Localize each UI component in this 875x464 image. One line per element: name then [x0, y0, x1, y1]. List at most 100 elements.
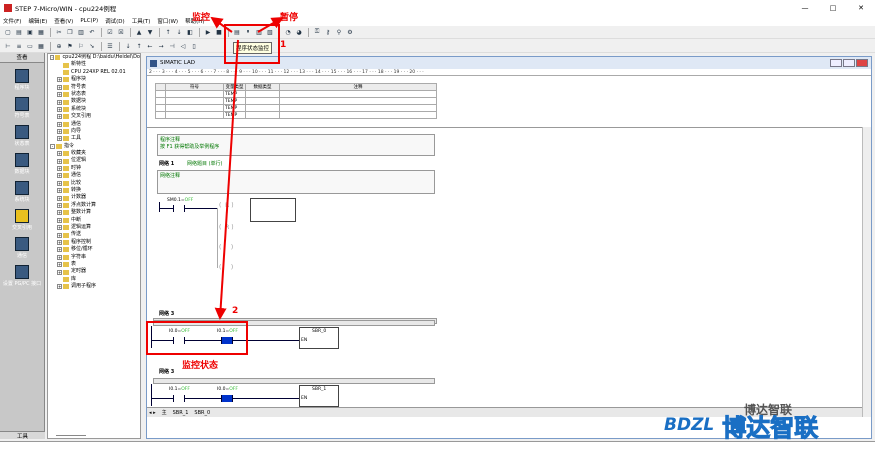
tree-item[interactable]: 新特性	[48, 61, 140, 68]
tree-item[interactable]: + 程序块	[48, 76, 140, 83]
expand-icon[interactable]: +	[57, 121, 62, 127]
run-icon[interactable]: ▶	[203, 27, 213, 37]
upload-icon[interactable]: ▲	[134, 27, 144, 37]
compile-icon[interactable]: ☑	[105, 27, 115, 37]
tree-item[interactable]: + 整数计算	[48, 209, 140, 216]
force-icon[interactable]: ⚿	[312, 27, 322, 37]
expand-icon[interactable]: +	[57, 254, 62, 260]
menu-debug[interactable]: 调试(D)	[105, 17, 125, 25]
nav-footer-tools[interactable]: 工具	[0, 431, 45, 440]
expand-icon[interactable]: +	[57, 77, 62, 83]
tree-item[interactable]: - 指令	[48, 143, 140, 150]
table-row[interactable]: TEMP	[155, 97, 437, 105]
tree-item[interactable]: + 逻辑运算	[48, 224, 140, 231]
tree-item[interactable]: + 系统块	[48, 106, 140, 113]
cut-icon[interactable]: ✂	[54, 27, 64, 37]
network-1-comment[interactable]: 网络注释	[157, 170, 435, 194]
save-icon[interactable]: ▣	[25, 27, 35, 37]
tree-item[interactable]: CPU 224XP REL 02.01	[48, 69, 140, 76]
nav-item-data-block[interactable]: 数据块	[0, 153, 44, 175]
expand-icon[interactable]: -	[50, 55, 55, 61]
tree-item[interactable]: + 时钟	[48, 165, 140, 172]
stop-icon[interactable]: ■	[214, 27, 224, 37]
expand-icon[interactable]: +	[57, 84, 62, 90]
tree-item[interactable]: + 计数器	[48, 194, 140, 201]
tab-scroll[interactable]: ◂ ▸	[149, 410, 156, 416]
menu-window[interactable]: 窗口(W)	[157, 17, 178, 25]
sort-asc-icon[interactable]: ↑	[163, 27, 173, 37]
tree-item[interactable]: + 位逻辑	[48, 157, 140, 164]
tree-item[interactable]: + 比较	[48, 180, 140, 187]
expand-icon[interactable]: +	[57, 210, 62, 216]
tree-item[interactable]: + 浮点数计算	[48, 202, 140, 209]
lad-close-button[interactable]	[856, 59, 868, 67]
menu-edit[interactable]: 编辑(E)	[28, 17, 47, 25]
table-icon[interactable]: ▦	[36, 41, 46, 51]
nav-item-symbol-table[interactable]: 符号表	[0, 97, 44, 119]
tree-item[interactable]: + 通信	[48, 121, 140, 128]
symbol-icon[interactable]: ⚑	[65, 41, 75, 51]
subroutine-sbr0-box[interactable]: SBR_0 EN	[299, 327, 339, 349]
fbd-view-icon[interactable]: ▭	[25, 41, 35, 51]
menu-tools[interactable]: 工具(T)	[132, 17, 151, 25]
expand-icon[interactable]: +	[57, 284, 62, 290]
box-icon[interactable]: ▯	[189, 41, 199, 51]
expand-icon[interactable]: +	[57, 99, 62, 105]
tree-item[interactable]: 库	[48, 276, 140, 283]
unforce-icon[interactable]: ⚷	[323, 27, 333, 37]
bookmark-icon[interactable]: ⚐	[76, 41, 86, 51]
expand-icon[interactable]: -	[50, 143, 55, 149]
tree-item[interactable]: + 向导	[48, 128, 140, 135]
expand-icon[interactable]: +	[57, 180, 62, 186]
expand-icon[interactable]: +	[57, 225, 62, 231]
new-icon[interactable]: ▢	[3, 27, 13, 37]
expand-icon[interactable]: +	[57, 232, 62, 238]
coil-2[interactable]: ( R )	[219, 224, 234, 231]
copy-icon[interactable]: ❐	[65, 27, 75, 37]
tree-item[interactable]: + 收藏夹	[48, 150, 140, 157]
expand-icon[interactable]: +	[57, 166, 62, 172]
lad-view-icon[interactable]: ⊢	[3, 41, 13, 51]
open-icon[interactable]: ▤	[14, 27, 24, 37]
nav-item-system-block[interactable]: 系统块	[0, 181, 44, 203]
menu-file[interactable]: 文件(F)	[3, 17, 21, 25]
contact-sm01[interactable]	[173, 205, 185, 212]
single-read-icon[interactable]: ◔	[283, 27, 293, 37]
coil-3[interactable]: ( )	[219, 244, 233, 251]
table-row[interactable]: TEMP	[155, 104, 437, 112]
contact-icon[interactable]: ⊣	[167, 41, 177, 51]
expand-icon[interactable]: +	[57, 262, 62, 268]
tree-item[interactable]: + 字符串	[48, 254, 140, 261]
tree-item[interactable]: + 状态表	[48, 91, 140, 98]
expand-icon[interactable]: +	[57, 247, 62, 253]
nav-item-cross-reference[interactable]: 交叉引用	[0, 209, 44, 231]
subroutine-sbr1-box[interactable]: SBR_1 EN	[299, 385, 339, 407]
line-left-icon[interactable]: ←	[145, 41, 155, 51]
coil-4[interactable]: ( )	[219, 264, 233, 271]
contact-i00b-closed[interactable]	[221, 395, 233, 402]
undo-icon[interactable]: ↶	[87, 27, 97, 37]
lad-maximize-button[interactable]	[843, 59, 855, 67]
maximize-button[interactable]: □	[819, 0, 847, 16]
tree-item[interactable]: + 中断	[48, 217, 140, 224]
print-icon[interactable]: ▦	[36, 27, 46, 37]
tree-item[interactable]: + 工具	[48, 135, 140, 142]
expand-icon[interactable]: +	[57, 106, 62, 112]
zoom-icon[interactable]: ⊕	[54, 41, 64, 51]
expand-icon[interactable]: +	[57, 239, 62, 245]
tree-item[interactable]: + 程序控制	[48, 239, 140, 246]
vertical-scrollbar[interactable]	[862, 127, 871, 417]
expand-icon[interactable]: +	[57, 203, 62, 208]
expand-icon[interactable]: +	[57, 188, 62, 194]
expand-icon[interactable]: +	[57, 151, 62, 157]
program-comment-box[interactable]: 程序注释 按 F1 获得帮助及举例程序	[157, 134, 435, 156]
tree-item[interactable]: + 符号表	[48, 84, 140, 91]
next-bookmark-icon[interactable]: ➘	[87, 41, 97, 51]
tree-item[interactable]: + 传送	[48, 231, 140, 238]
close-button[interactable]: ✕	[847, 0, 875, 16]
line-right-icon[interactable]: →	[156, 41, 166, 51]
tab-main[interactable]: 主	[162, 409, 167, 416]
download-icon[interactable]: ▼	[145, 27, 155, 37]
expand-icon[interactable]: +	[57, 217, 62, 223]
coil-icon[interactable]: ◁	[178, 41, 188, 51]
